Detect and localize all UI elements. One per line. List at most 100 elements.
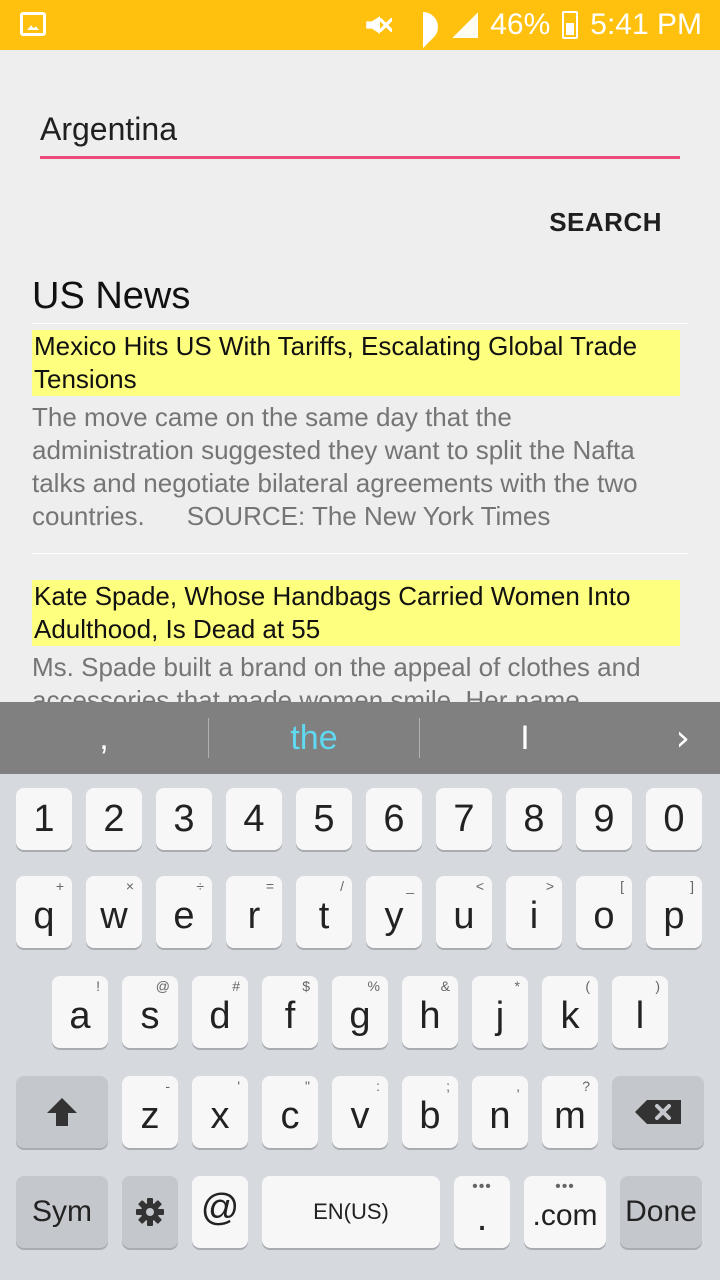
key-q[interactable]: + q [16,876,72,948]
shift-key[interactable] [16,1076,108,1148]
key-p[interactable]: ] p [646,876,702,948]
suggestion-i[interactable]: I [420,702,630,774]
key-1[interactable]: 1 [16,788,72,850]
key-m[interactable]: ? m [542,1076,598,1148]
news-source: SOURCE: The New York Times [186,501,551,531]
status-icons: 46% 5:41 PM [360,0,702,50]
dotcom-key[interactable]: ••• .com [524,1176,606,1248]
key-y[interactable]: _ y [366,876,422,948]
key-d[interactable]: # d [192,976,248,1048]
key-8[interactable]: 8 [506,788,562,850]
search-button[interactable]: SEARCH [549,200,662,244]
key-secondary-label: ) [655,978,660,994]
key-7[interactable]: 7 [436,788,492,850]
suggestion-the[interactable]: the [209,702,419,774]
key-i[interactable]: > i [506,876,562,948]
key-secondary-label: × [125,878,134,894]
key-label: e [173,894,195,937]
backspace-key[interactable] [612,1076,704,1148]
key-label: u [453,894,475,937]
space-key-label: EN(US) [313,1199,389,1224]
key-e[interactable]: ÷ e [156,876,212,948]
key-c[interactable]: " c [262,1076,318,1148]
key-2[interactable]: 2 [86,788,142,850]
key-label: 4 [243,797,265,840]
key-secondary-label: $ [302,978,310,994]
settings-key[interactable] [122,1176,178,1248]
key-secondary-label: [ [620,878,624,894]
search-input[interactable] [40,105,680,153]
at-key[interactable]: @ [192,1176,248,1248]
done-key-label: Done [625,1195,697,1228]
key-l[interactable]: ) l [612,976,668,1048]
key-4[interactable]: 4 [226,788,282,850]
key-label: t [318,894,330,937]
key-label: g [349,994,371,1037]
section-title: US News [32,275,191,317]
key-g[interactable]: % g [332,976,388,1048]
news-headline[interactable]: Kate Spade, Whose Handbags Carried Women… [32,580,680,646]
key-0[interactable]: 0 [646,788,702,850]
key-label: 6 [383,797,405,840]
key-n[interactable]: ,n [472,1076,528,1148]
key-w[interactable]: × w [86,876,142,948]
divider [32,553,688,554]
key-s[interactable]: @ s [122,976,178,1048]
key-label: z [140,1094,160,1137]
battery-charging-icon [562,11,579,39]
key-label: 3 [173,797,195,840]
key-o[interactable]: [o [576,876,632,948]
space-key[interactable]: EN(US) [262,1176,440,1248]
key-3[interactable]: 3 [156,788,212,850]
key-z[interactable]: -z [122,1076,178,1148]
key-v[interactable]: :v [332,1076,388,1148]
key-secondary-label: / [340,878,344,894]
status-bar: 46% 5:41 PM [0,0,720,50]
key-6[interactable]: 6 [366,788,422,850]
at-key-label: @ [200,1186,240,1229]
key-label: d [209,994,231,1037]
key-h[interactable]: & h [402,976,458,1048]
period-key[interactable]: •••. [454,1176,510,1248]
key-secondary-label: : [376,1078,380,1094]
done-key[interactable]: Done [620,1176,702,1248]
news-item[interactable]: Kate Spade, Whose Handbags Carried Women… [32,580,680,717]
key-label: 2 [103,797,125,840]
key-a[interactable]: ! a [52,976,108,1048]
key-label: i [529,894,539,937]
key-secondary-label: _ [406,878,414,894]
news-item[interactable]: Mexico Hits US With Tariffs, Escalating … [32,330,680,533]
sym-key[interactable]: Sym [16,1176,108,1248]
suggestion-bar: , the I › [0,702,720,774]
suggestion-comma[interactable]: , [0,702,208,774]
divider [32,323,688,324]
gear-icon [136,1198,164,1226]
key-label: 9 [593,797,615,840]
key-x[interactable]: ' x [192,1076,248,1148]
key-label: r [247,894,261,937]
key-r[interactable]: = r [226,876,282,948]
chevron-right-icon[interactable]: › [676,702,690,774]
key-label: y [384,894,404,937]
key-b[interactable]: ; b [402,1076,458,1148]
key-label: w [100,894,128,937]
key-secondary-label: ÷ [196,878,204,894]
key-k[interactable]: (k [542,976,598,1048]
key-secondary-label: , [516,1078,520,1094]
key-t[interactable]: / t [296,876,352,948]
key-5[interactable]: 5 [296,788,352,850]
key-label: o [593,894,615,937]
key-secondary-label: + [55,878,64,894]
battery-percent: 46% [490,8,551,41]
key-f[interactable]: $ f [262,976,318,1048]
dotcom-key-label: .com [532,1199,598,1232]
key-secondary-label: > [545,878,554,894]
key-label: f [284,994,296,1037]
key-label: l [635,994,645,1037]
key-9[interactable]: 9 [576,788,632,850]
key-j[interactable]: * j [472,976,528,1048]
key-u[interactable]: < u [436,876,492,948]
news-headline[interactable]: Mexico Hits US With Tariffs, Escalating … [32,330,680,396]
key-label: 1 [33,797,55,840]
key-secondary-label: < [475,878,484,894]
